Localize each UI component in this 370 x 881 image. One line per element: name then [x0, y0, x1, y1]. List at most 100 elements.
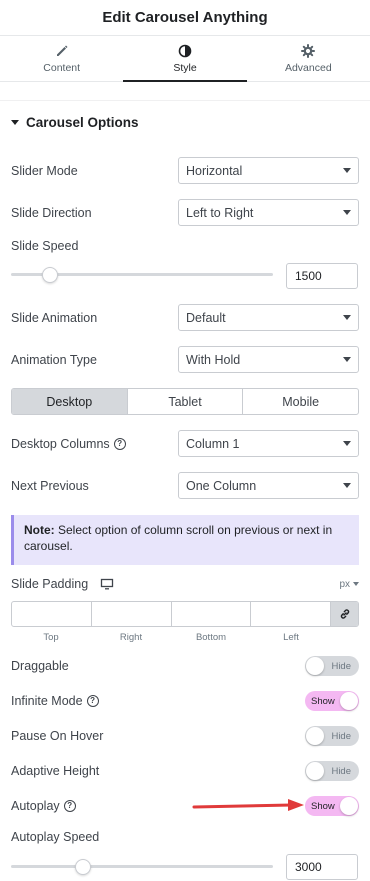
note-box: Note: Select option of column scroll on …: [11, 515, 359, 565]
section-spacer: [0, 82, 370, 100]
annotation-arrow-icon: [192, 799, 304, 811]
side-label-right: Right: [119, 632, 143, 643]
tab-style-label: Style: [173, 61, 197, 74]
padding-dimensions: [11, 601, 359, 627]
adaptive-height-row: Adaptive Height Hide: [11, 761, 359, 781]
animation-type-row: Animation Type With Hold: [11, 346, 359, 373]
help-icon[interactable]: ?: [113, 437, 126, 450]
tab-advanced-label: Advanced: [284, 61, 332, 74]
section-title: Carousel Options: [26, 115, 139, 130]
pause-on-hover-row: Pause On Hover Hide: [11, 726, 359, 746]
infinite-mode-row: Infinite Mode ? Show: [11, 691, 359, 711]
draggable-toggle[interactable]: Hide: [305, 656, 359, 676]
infinite-mode-label-wrap: Infinite Mode ?: [11, 694, 99, 708]
desktop-columns-label-wrap: Desktop Columns ?: [11, 437, 126, 451]
draggable-label: Draggable: [11, 659, 69, 673]
autoplay-toggle[interactable]: Show: [305, 796, 359, 816]
infinite-mode-state: Show: [311, 695, 335, 707]
padding-side-labels: Top Right Bottom Left: [11, 632, 331, 643]
section-carousel-options[interactable]: Carousel Options: [0, 100, 370, 144]
desktop-columns-label: Desktop Columns: [11, 436, 110, 451]
slider-mode-select[interactable]: Horizontal: [178, 157, 359, 184]
pause-on-hover-label: Pause On Hover: [11, 729, 104, 743]
next-previous-label: Next Previous: [11, 478, 89, 493]
slide-speed-input[interactable]: 1500: [286, 263, 358, 289]
adaptive-height-label: Adaptive Height: [11, 764, 100, 778]
link-values-button[interactable]: [330, 602, 358, 626]
chevron-down-icon: [343, 315, 351, 320]
note-text: Select option of column scroll on previo…: [24, 523, 333, 554]
autoplay-label-wrap: Autoplay ?: [11, 799, 76, 813]
slide-padding-label: Slide Padding: [11, 577, 89, 591]
autoplay-state: Show: [311, 800, 335, 812]
slide-animation-select[interactable]: Default: [178, 304, 359, 331]
adaptive-height-toggle[interactable]: Hide: [305, 761, 359, 781]
slide-direction-label: Slide Direction: [11, 205, 92, 220]
side-label-top: Top: [43, 632, 59, 643]
slide-animation-row: Slide Animation Default: [11, 304, 359, 331]
note-bold: Note:: [24, 523, 55, 537]
chevron-down-icon: [353, 582, 359, 586]
animation-type-select[interactable]: With Hold: [178, 346, 359, 373]
autoplay-speed-row: Autoplay Speed: [11, 830, 359, 844]
device-switcher: Desktop Tablet Mobile: [11, 388, 359, 415]
slider-mode-value: Horizontal: [186, 163, 243, 178]
chevron-down-icon: [343, 210, 351, 215]
padding-top-input[interactable]: [12, 602, 91, 626]
pause-on-hover-state: Hide: [331, 730, 351, 742]
draggable-state: Hide: [331, 660, 351, 672]
tab-style[interactable]: Style: [123, 36, 247, 82]
device-tablet[interactable]: Tablet: [126, 389, 243, 414]
unit-select[interactable]: px: [339, 579, 359, 590]
device-desktop[interactable]: Desktop: [12, 389, 127, 414]
animation-type-label: Animation Type: [11, 352, 97, 367]
tab-advanced[interactable]: Advanced: [247, 36, 370, 81]
slide-speed-label: Slide Speed: [11, 239, 79, 253]
autoplay-speed-track[interactable]: [11, 865, 273, 868]
gear-icon: [301, 43, 316, 58]
padding-bottom-input[interactable]: [170, 602, 251, 626]
desktop-columns-row: Desktop Columns ? Column 1: [11, 430, 359, 457]
slide-direction-select[interactable]: Left to Right: [178, 199, 359, 226]
padding-right-input[interactable]: [90, 602, 171, 626]
tab-content[interactable]: Content: [0, 36, 123, 81]
infinite-mode-toggle[interactable]: Show: [305, 691, 359, 711]
infinite-mode-label: Infinite Mode: [11, 694, 83, 708]
draggable-row: Draggable Hide: [11, 656, 359, 676]
next-previous-select[interactable]: One Column: [178, 472, 359, 499]
slide-padding-label-wrap: Slide Padding: [11, 577, 114, 591]
padding-left-input[interactable]: [250, 602, 330, 626]
panel-title: Edit Carousel Anything: [0, 0, 370, 36]
autoplay-speed-input[interactable]: 3000: [286, 854, 358, 880]
chevron-down-icon: [343, 168, 351, 173]
autoplay-speed-label: Autoplay Speed: [11, 830, 100, 844]
device-mobile[interactable]: Mobile: [242, 389, 358, 414]
slide-padding-row: Slide Padding px: [11, 577, 359, 591]
animation-type-value: With Hold: [186, 352, 241, 367]
slide-direction-row: Slide Direction Left to Right: [11, 199, 359, 226]
help-icon[interactable]: ?: [86, 695, 99, 707]
adaptive-height-state: Hide: [331, 765, 351, 777]
autoplay-row: Autoplay ? Show: [11, 796, 359, 816]
pause-on-hover-toggle[interactable]: Hide: [305, 726, 359, 746]
slide-direction-value: Left to Right: [186, 205, 254, 220]
desktop-icon[interactable]: [100, 578, 114, 590]
link-icon: [340, 609, 349, 619]
desktop-columns-select[interactable]: Column 1: [178, 430, 359, 457]
slide-animation-label: Slide Animation: [11, 310, 98, 325]
tab-content-label: Content: [43, 61, 81, 74]
slider-mode-label: Slider Mode: [11, 163, 78, 178]
autoplay-speed-handle[interactable]: [75, 859, 91, 875]
slider-mode-row: Slider Mode Horizontal: [11, 157, 359, 184]
contrast-icon: [178, 44, 192, 57]
slide-speed-handle[interactable]: [42, 267, 58, 283]
desktop-columns-value: Column 1: [186, 436, 240, 451]
autoplay-label: Autoplay: [11, 799, 60, 813]
slide-animation-value: Default: [186, 310, 226, 325]
caret-down-icon: [11, 120, 19, 125]
next-previous-row: Next Previous One Column: [11, 472, 359, 499]
help-icon[interactable]: ?: [63, 800, 76, 812]
pencil-icon: [56, 45, 68, 56]
panel-tabs: Content Style Advanced: [0, 36, 370, 82]
slide-speed-row: Slide Speed: [11, 239, 359, 253]
